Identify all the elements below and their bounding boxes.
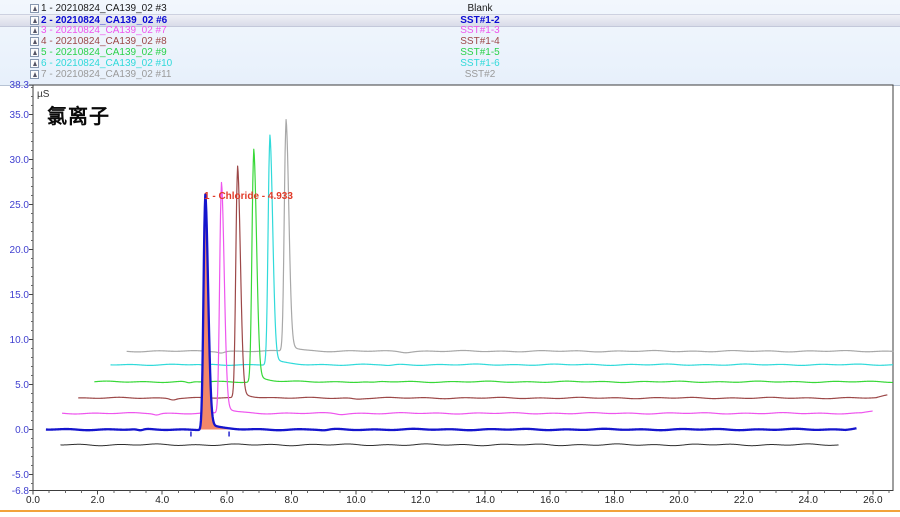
x-tick-label: 18.0 — [597, 495, 631, 506]
peak-annotation: 1 - Chloride - 4.933 — [204, 191, 293, 202]
y-tick-label: 30.0 — [0, 155, 29, 166]
y-tick-label: 38.3 — [0, 80, 29, 91]
y-tick-label: -5.0 — [0, 470, 29, 481]
x-tick-label: 26.0 — [856, 495, 890, 506]
x-tick-label: 4.0 — [145, 495, 179, 506]
y-tick-label: 20.0 — [0, 245, 29, 256]
y-tick-label: 15.0 — [0, 290, 29, 301]
y-tick-label: 0.0 — [0, 425, 29, 436]
x-tick-label: 6.0 — [210, 495, 244, 506]
x-tick-label: 8.0 — [274, 495, 308, 506]
y-tick-label: 10.0 — [0, 335, 29, 346]
x-tick-label: 16.0 — [533, 495, 567, 506]
chromatography-window: 1 - 20210824_CA139_02 #3Blank2 - 2021082… — [0, 0, 900, 517]
x-tick-label: 0.0 — [16, 495, 50, 506]
chromatogram-plot-area[interactable] — [0, 0, 900, 517]
x-tick-label: 2.0 — [81, 495, 115, 506]
y-tick-label: 35.0 — [0, 110, 29, 121]
x-tick-label: 14.0 — [468, 495, 502, 506]
chart-title: 氯离子 — [47, 100, 110, 129]
x-tick-label: 20.0 — [662, 495, 696, 506]
x-tick-label: 10.0 — [339, 495, 373, 506]
active-pane-accent-border — [0, 510, 900, 512]
y-axis-unit-label: µS — [37, 89, 49, 100]
x-tick-label: 22.0 — [727, 495, 761, 506]
x-tick-label: 12.0 — [404, 495, 438, 506]
x-tick-label: 24.0 — [791, 495, 825, 506]
y-tick-label: 25.0 — [0, 200, 29, 211]
y-tick-label: 5.0 — [0, 380, 29, 391]
